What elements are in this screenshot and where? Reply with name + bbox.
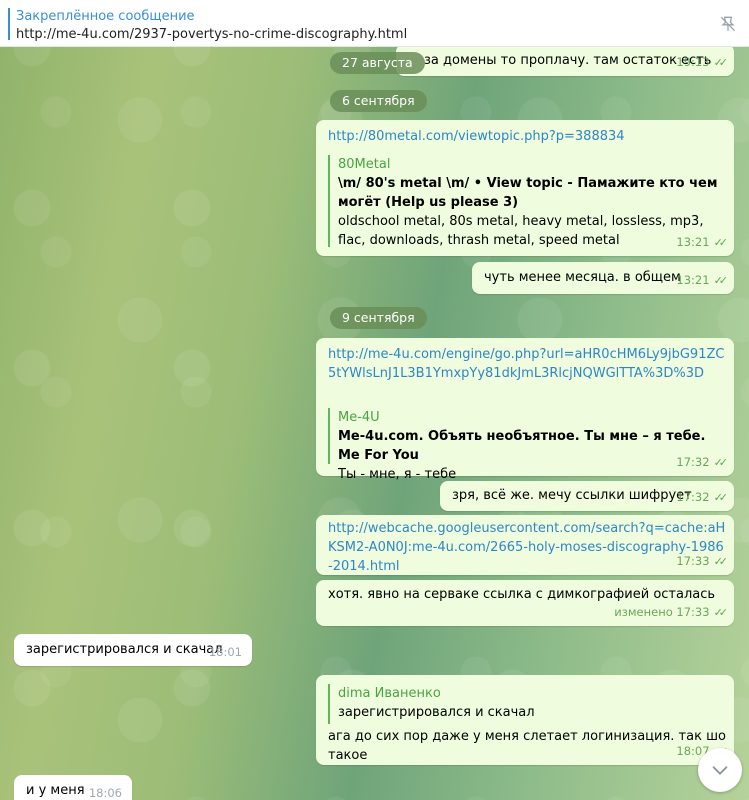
read-ticks-icon: ✓✓: [713, 274, 729, 287]
message-link[interactable]: http://webcache.googleusercontent.com/se…: [328, 519, 728, 576]
message-meta: 17:32 ✓✓: [676, 488, 729, 507]
message-meta: 19:13 ✓✓: [676, 53, 729, 72]
date-separator: 27 августа: [330, 52, 425, 74]
date-separator: 6 сентября: [330, 90, 427, 112]
pinned-text: http://me-4u.com/2937-povertys-no-crime-…: [16, 27, 408, 42]
message-meta: 18:06: [89, 784, 122, 800]
message-text: хотя. явно на серваке ссылка с димкограф…: [328, 587, 716, 602]
read-ticks-icon: ✓✓: [713, 236, 729, 249]
message-text: чуть менее месяца. в общем: [484, 270, 681, 285]
read-ticks-icon: ✓✓: [713, 555, 729, 568]
pinned-accent-bar: [8, 8, 10, 40]
message-time: 13:21: [676, 235, 710, 249]
date-separator: 9 сентября: [330, 307, 427, 329]
message-out-link-preview[interactable]: http://80metal.com/viewtopic.php?p=38883…: [316, 120, 734, 256]
message-text: ага до сих пор даже у меня слетает логин…: [328, 729, 726, 763]
message-out-reply[interactable]: dima Иваненко зарегистрировался и скачал…: [316, 675, 734, 765]
message-time: 17:33: [676, 554, 710, 568]
message-text: зарегистрировался и скачал: [26, 642, 223, 657]
read-ticks-icon: ✓✓: [713, 491, 729, 504]
message-in[interactable]: зарегистрировался и скачал 18:01: [14, 634, 252, 666]
message-out[interactable]: зря, всё же. мечу ссылки шифрует 17:32 ✓✓: [440, 481, 734, 511]
unpin-icon[interactable]: [717, 14, 739, 36]
preview-description: oldschool metal, 80s metal, heavy metal,…: [338, 214, 704, 248]
preview-site-name: Me-4U: [338, 410, 380, 425]
message-text: за домены то проплачу. там остаток есть: [424, 53, 712, 68]
pinned-message-bar[interactable]: Закреплённое сообщение http://me-4u.com/…: [0, 0, 749, 47]
preview-site-name: 80Metal: [338, 157, 391, 172]
link-preview[interactable]: 80Metal \m/ 80's metal \m/ • View topic …: [328, 155, 726, 248]
reply-quote[interactable]: dima Иваненко зарегистрировался и скачал: [328, 684, 708, 724]
read-ticks-icon: ✓✓: [713, 456, 729, 469]
message-meta: 17:32 ✓✓: [676, 453, 729, 472]
preview-title: Me-4u.com. Объять необъятное. Ты мне – я…: [338, 429, 706, 463]
message-out[interactable]: чуть менее месяца. в общем 13:21 ✓✓: [472, 262, 734, 294]
message-out[interactable]: за домены то проплачу. там остаток есть …: [396, 44, 734, 76]
message-text: и у меня: [26, 783, 85, 798]
message-time: 18:06: [88, 786, 122, 800]
chevron-down-icon: [712, 766, 728, 775]
message-time: 13:21: [676, 273, 710, 287]
message-time: 17:32: [676, 455, 710, 469]
message-in[interactable]: и у меня 18:06: [14, 775, 132, 800]
scroll-down-button[interactable]: [698, 748, 742, 792]
preview-title: \m/ 80's metal \m/ • View topic - Памажи…: [338, 176, 718, 210]
message-out[interactable]: хотя. явно на серваке ссылка с димкограф…: [316, 580, 734, 626]
message-meta: 13:21 ✓✓: [676, 233, 729, 252]
message-meta: 13:21 ✓✓: [676, 271, 729, 290]
pinned-title: Закреплённое сообщение: [16, 9, 195, 24]
message-time: изменено 17:33: [614, 605, 710, 619]
read-ticks-icon: ✓✓: [713, 56, 729, 69]
message-meta: 17:33 ✓✓: [676, 552, 729, 571]
read-ticks-icon: ✓✓: [713, 606, 729, 619]
message-out[interactable]: http://webcache.googleusercontent.com/se…: [316, 515, 734, 575]
link-preview[interactable]: Me-4U Me-4u.com. Объять необъятное. Ты м…: [328, 408, 726, 482]
message-link[interactable]: http://80metal.com/viewtopic.php?p=38883…: [328, 127, 625, 146]
reply-author: dima Иваненко: [338, 686, 441, 701]
message-link[interactable]: http://me-4u.com/engine/go.php?url=aHR0c…: [328, 345, 728, 383]
reply-text: зарегистрировался и скачал: [338, 705, 535, 720]
message-meta: изменено 17:33 ✓✓: [614, 603, 729, 622]
message-time: 17:32: [676, 490, 710, 504]
message-time: 18:01: [208, 645, 242, 659]
message-out-link-preview[interactable]: http://me-4u.com/engine/go.php?url=aHR0c…: [316, 338, 734, 482]
message-meta: 18:01: [209, 643, 242, 662]
message-text: зря, всё же. мечу ссылки шифрует: [452, 488, 692, 503]
message-time: 19:13: [676, 55, 710, 69]
